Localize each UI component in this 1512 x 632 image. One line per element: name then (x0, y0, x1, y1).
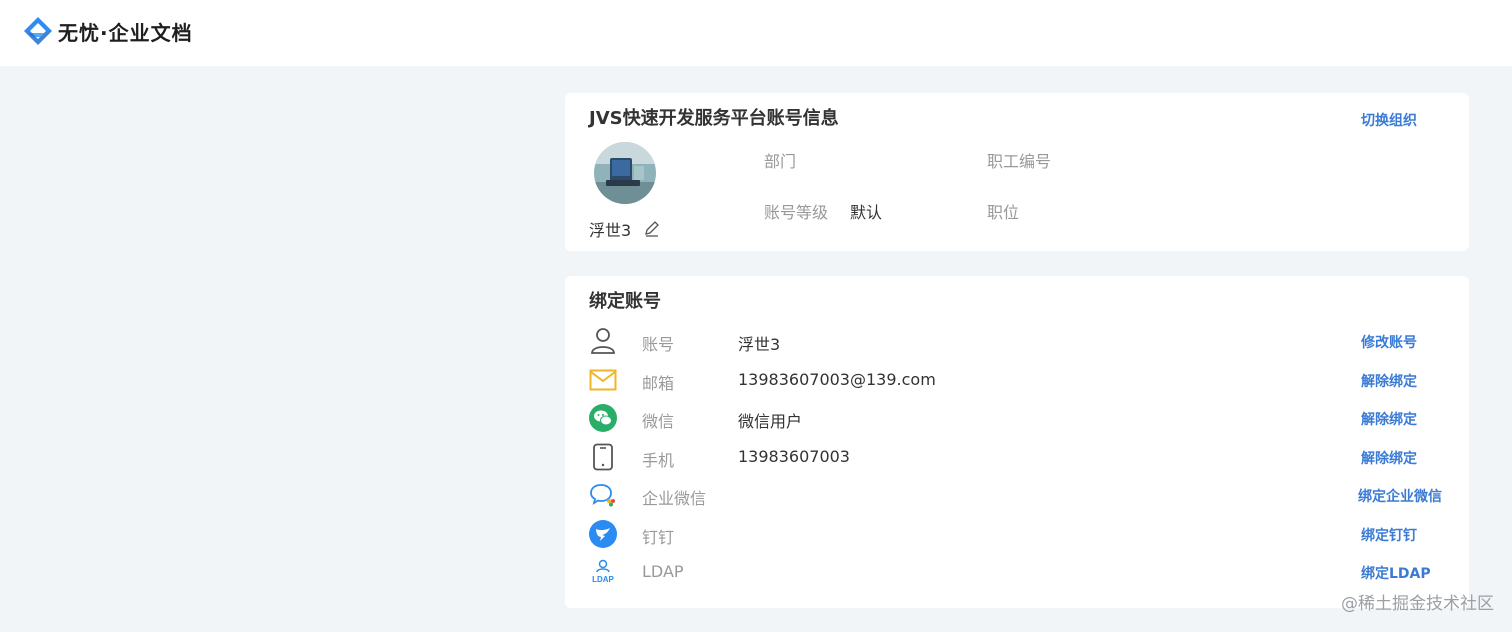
watermark: @稀土掘金技术社区 (1341, 594, 1494, 614)
bind-value-email: 13983607003@139.com (738, 370, 936, 389)
bind-accounts-title: 绑定账号 (589, 291, 661, 312)
employee-no-label: 职工编号 (987, 152, 1052, 171)
unbind-email-link[interactable]: 解除绑定 (1361, 371, 1417, 391)
avatar-image (594, 142, 656, 204)
brand-logo-icon (24, 17, 52, 45)
level-label: 账号等级 (764, 203, 829, 222)
wecom-icon (588, 480, 618, 510)
bind-row-account: 账号 浮世3 修改账号 (565, 322, 1469, 360)
bind-dingtalk-link[interactable]: 绑定钉钉 (1361, 525, 1417, 545)
modify-account-link[interactable]: 修改账号 (1361, 332, 1417, 352)
user-icon (588, 326, 618, 356)
unbind-phone-link[interactable]: 解除绑定 (1361, 448, 1417, 468)
edit-icon[interactable] (643, 220, 661, 238)
bind-row-phone: 手机 13983607003 解除绑定 (565, 438, 1469, 476)
bind-accounts-card: 绑定账号 账号 浮世3 修改账号 邮箱 13983607003@139.com … (565, 276, 1469, 608)
brand-name: 无忧·企业文档 (58, 20, 193, 45)
phone-icon (588, 442, 618, 472)
mail-icon (588, 365, 618, 395)
switch-org-link[interactable]: 切换组织 (1361, 110, 1417, 130)
bind-value-wechat: 微信用户 (738, 412, 803, 431)
account-info-title: JVS快速开发服务平台账号信息 (589, 108, 839, 129)
bind-value-phone: 13983607003 (738, 447, 850, 466)
bind-row-wechat: 微信 微信用户 解除绑定 (565, 399, 1469, 437)
bind-row-email: 邮箱 13983607003@139.com 解除绑定 (565, 361, 1469, 399)
bind-label-phone: 手机 (642, 451, 675, 470)
bind-row-dingtalk: 钉钉 绑定钉钉 (565, 515, 1469, 553)
top-bar: 无忧·企业文档 (0, 0, 1512, 66)
ldap-icon: LDAP (588, 557, 618, 587)
bind-label-wecom: 企业微信 (642, 489, 707, 508)
username: 浮世3 (589, 221, 632, 240)
bind-label-dingtalk: 钉钉 (642, 528, 675, 547)
svg-text:LDAP: LDAP (592, 575, 614, 584)
level-value: 默认 (850, 203, 883, 222)
wechat-icon (588, 403, 618, 433)
bind-label-wechat: 微信 (642, 412, 675, 431)
account-info-card: JVS快速开发服务平台账号信息 切换组织 浮世3 部门 职工编号 账号等级 默认… (565, 93, 1469, 251)
bind-ldap-link[interactable]: 绑定LDAP (1361, 563, 1431, 583)
username-row: 浮世3 (589, 217, 661, 241)
dingtalk-icon (588, 519, 618, 549)
department-label: 部门 (764, 152, 797, 171)
bind-label-email: 邮箱 (642, 374, 675, 393)
position-label: 职位 (987, 203, 1020, 222)
bind-value-account: 浮世3 (738, 335, 781, 354)
bind-row-ldap: LDAP LDAP 绑定LDAP (565, 553, 1469, 591)
bind-row-wecom: 企业微信 绑定企业微信 (565, 476, 1469, 514)
bind-label-ldap: LDAP (642, 562, 684, 581)
bind-label-account: 账号 (642, 335, 675, 354)
brand-logo[interactable]: 无忧·企业文档 (22, 15, 193, 47)
unbind-wechat-link[interactable]: 解除绑定 (1361, 409, 1417, 429)
bind-wecom-link[interactable]: 绑定企业微信 (1358, 486, 1442, 506)
avatar[interactable] (594, 142, 656, 204)
